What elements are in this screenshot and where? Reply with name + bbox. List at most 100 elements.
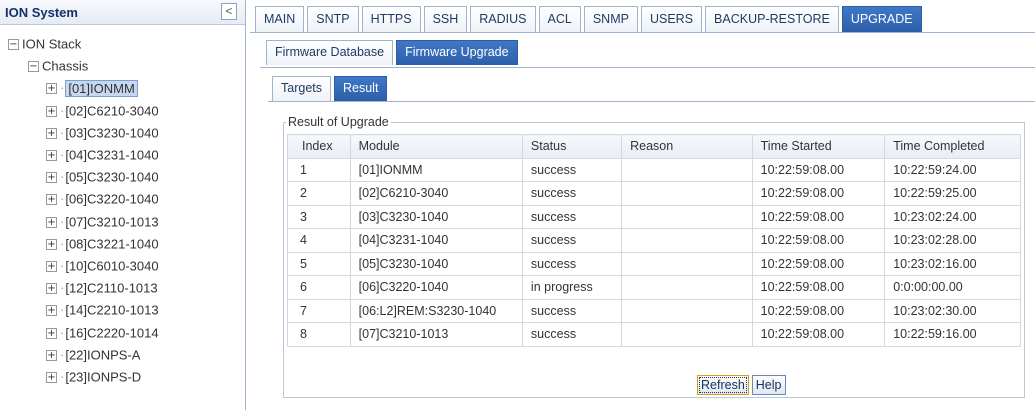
- tree-node-label[interactable]: [01]IONMM: [65, 79, 138, 97]
- expand-icon[interactable]: +: [46, 327, 57, 339]
- table-cell: 5: [287, 251, 351, 276]
- refresh-button[interactable]: Refresh: [697, 375, 749, 395]
- table-cell: [621, 157, 753, 182]
- expand-icon[interactable]: +: [46, 261, 57, 273]
- tab-ssh[interactable]: SSH: [423, 6, 468, 32]
- tree-node[interactable]: + ·[08]C3221-1040: [46, 234, 159, 254]
- tree-node-label[interactable]: [05]C3230-1040: [65, 170, 158, 185]
- tree-node[interactable]: + ·[07]C3210-1013: [46, 212, 159, 232]
- collapse-icon[interactable]: −: [8, 39, 19, 51]
- table-cell: 1: [287, 157, 351, 182]
- table-cell: success: [521, 322, 623, 347]
- tree-connector: ·: [60, 369, 65, 384]
- expand-icon[interactable]: +: [46, 127, 57, 139]
- firmware-sub-tab-bar: Firmware Database Firmware Upgrade: [266, 40, 521, 67]
- tree-node-label[interactable]: Chassis: [42, 59, 88, 74]
- expand-icon[interactable]: +: [46, 372, 57, 384]
- tab-snmp[interactable]: SNMP: [583, 6, 638, 32]
- table-cell: success: [521, 204, 623, 229]
- tab-backup-restore[interactable]: BACKUP-RESTORE: [705, 6, 839, 32]
- tree-node[interactable]: + ·[14]C2210-1013: [46, 300, 159, 320]
- tree-connector: ·: [60, 213, 65, 229]
- tree-node[interactable]: + ·[23]IONPS-D: [46, 367, 141, 387]
- column-header: Time Completed: [884, 134, 1021, 159]
- tree-node[interactable]: + ·[22]IONPS-A: [46, 345, 140, 365]
- tree-node[interactable]: − Chassis: [28, 56, 88, 76]
- tree-node-label[interactable]: [12]C2110-1013: [65, 281, 157, 296]
- expand-icon[interactable]: +: [46, 238, 57, 250]
- table-cell: success: [521, 181, 623, 206]
- tree-connector: ·: [60, 191, 65, 207]
- table-cell: [621, 228, 753, 253]
- expand-icon[interactable]: +: [46, 216, 57, 228]
- tab-users[interactable]: USERS: [640, 6, 703, 32]
- table-cell: 6: [287, 275, 351, 300]
- tree-node-label[interactable]: [08]C3221-1040: [65, 236, 158, 251]
- tree-connector: ·: [60, 80, 65, 96]
- table-cell: [621, 181, 753, 206]
- action-buttons: Refresh Help: [697, 375, 786, 395]
- tab-https[interactable]: HTTPS: [361, 6, 421, 32]
- tree-node-label[interactable]: [14]C2210-1013: [65, 303, 158, 318]
- tree-node[interactable]: + ·[16]C2220-1014: [46, 323, 159, 343]
- tree-header: ION System <: [0, 0, 245, 25]
- table-cell: success: [521, 251, 623, 276]
- tab-acl[interactable]: ACL: [538, 6, 581, 32]
- table-cell: [02]C6210-3040: [349, 181, 523, 206]
- tree-node[interactable]: + ·[10]C6010-3040: [46, 256, 159, 276]
- tab-main[interactable]: MAIN: [255, 6, 305, 32]
- subtab-firmware-upgrade[interactable]: Firmware Upgrade: [396, 40, 518, 65]
- tree-node-label[interactable]: [23]IONPS-D: [65, 370, 141, 385]
- collapse-icon[interactable]: −: [28, 61, 39, 73]
- tab-sntp[interactable]: SNTP: [307, 6, 359, 32]
- tree-node-label[interactable]: [16]C2220-1014: [65, 325, 158, 340]
- tree-node[interactable]: − ION Stack: [8, 34, 81, 54]
- tree-node[interactable]: + ·[03]C3230-1040: [46, 123, 159, 143]
- subtab-firmware-database[interactable]: Firmware Database: [266, 40, 394, 65]
- table-cell: [621, 322, 753, 347]
- tree-node-label[interactable]: ION Stack: [22, 37, 81, 52]
- tree-node-label[interactable]: [03]C3230-1040: [65, 125, 158, 140]
- help-button[interactable]: Help: [751, 375, 786, 395]
- table-cell: [03]C3230-1040: [349, 204, 523, 229]
- table-cell: success: [521, 157, 623, 182]
- column-header: Reason: [621, 134, 753, 159]
- tree-node[interactable]: + ·[05]C3230-1040: [46, 167, 159, 187]
- expand-icon[interactable]: +: [46, 150, 57, 162]
- top-tab-divider: [250, 32, 1035, 33]
- table-cell: 10:22:59:08.00: [751, 181, 886, 206]
- expand-icon[interactable]: +: [46, 349, 57, 361]
- expand-icon[interactable]: +: [46, 305, 57, 317]
- innertab-result[interactable]: Result: [334, 76, 388, 101]
- table-cell: 10:22:59:08.00: [751, 322, 886, 347]
- table-cell: 10:22:59:08.00: [751, 251, 886, 276]
- main-content: MAIN SNTP HTTPS SSH RADIUS ACL SNMP USERS BACKUP…: [250, 0, 1035, 410]
- tree-node[interactable]: + ·[06]C3220-1040: [46, 189, 159, 209]
- tree-node[interactable]: + ·[04]C3231-1040: [46, 145, 159, 165]
- upgrade-result-table: Index Module Status Reason Time Started Time …: [287, 134, 1021, 347]
- tree-node-label[interactable]: [10]C6010-3040: [65, 259, 158, 274]
- result-legend: Result of Upgrade: [286, 115, 391, 129]
- tree-node-label[interactable]: [07]C3210-1013: [65, 214, 158, 229]
- tree-node[interactable]: + ·[12]C2110-1013: [46, 278, 158, 298]
- expand-icon[interactable]: +: [46, 283, 57, 295]
- tree-node-label[interactable]: [04]C3231-1040: [65, 148, 158, 163]
- table-cell: 7: [287, 298, 351, 323]
- expand-icon[interactable]: +: [46, 105, 57, 117]
- tree-node-label[interactable]: [06]C3220-1040: [65, 192, 158, 207]
- expand-icon[interactable]: +: [46, 194, 57, 206]
- tree-node[interactable]: + · [01]IONMM: [46, 78, 138, 98]
- column-header: Status: [521, 134, 623, 159]
- tab-radius[interactable]: RADIUS: [470, 6, 536, 32]
- tree-node[interactable]: + ·[02]C6210-3040: [46, 101, 159, 121]
- table-cell: 3: [287, 204, 351, 229]
- expand-icon[interactable]: +: [46, 172, 57, 184]
- table-row: 6 [06]C3220-1040 in progress 10:22:59:08.00…: [287, 275, 1021, 300]
- collapse-panel-button[interactable]: <: [221, 3, 237, 20]
- innertab-targets[interactable]: Targets: [272, 76, 331, 101]
- expand-icon[interactable]: +: [46, 83, 57, 95]
- tab-upgrade[interactable]: UPGRADE: [841, 6, 922, 32]
- table-cell: [621, 298, 753, 323]
- tree-node-label[interactable]: [22]IONPS-A: [65, 347, 140, 362]
- tree-node-label[interactable]: [02]C6210-3040: [65, 103, 158, 118]
